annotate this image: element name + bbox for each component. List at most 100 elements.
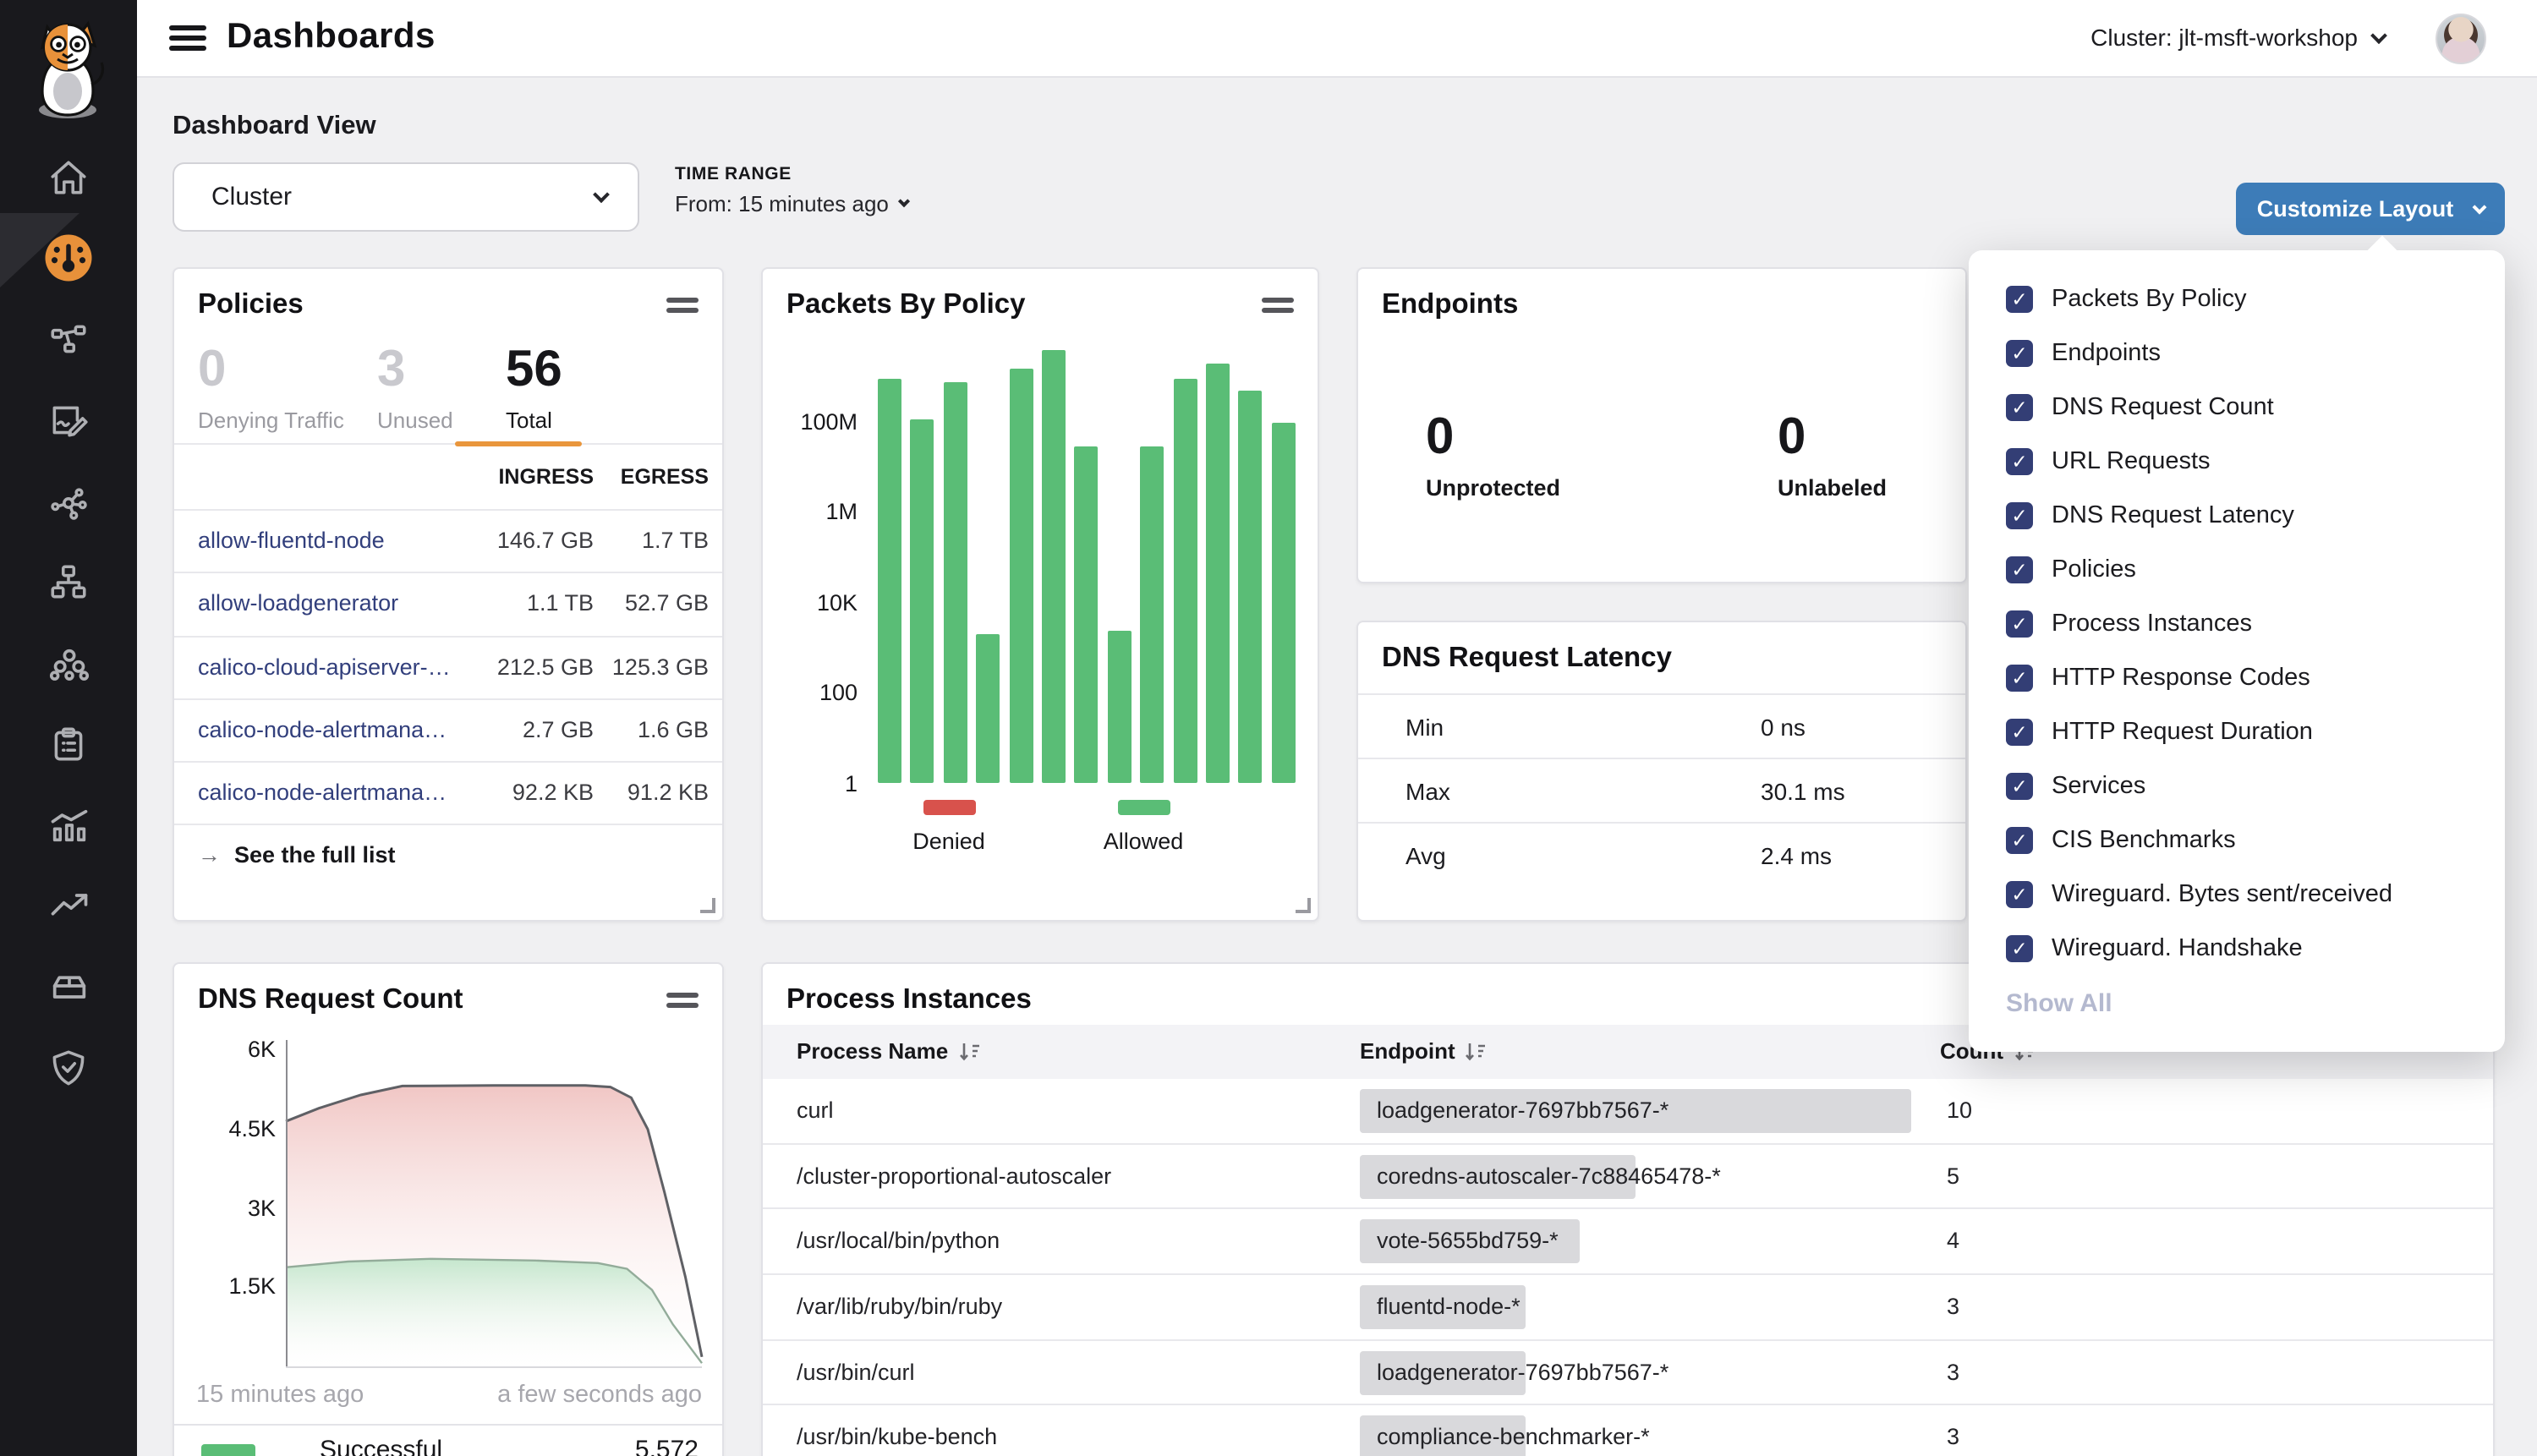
sidebar-item-hierarchy[interactable]	[0, 553, 137, 610]
menu-item-packets-by-policy[interactable]: ✓Packets By Policy	[1969, 272, 2505, 326]
process-row[interactable]: /usr/bin/kube-benchcompliance-benchmarke…	[763, 1406, 2493, 1456]
checkbox-checked-icon[interactable]: ✓	[2006, 448, 2033, 475]
packets-bar[interactable]	[976, 635, 1000, 784]
menu-item-dns-request-latency[interactable]: ✓DNS Request Latency	[1969, 489, 2505, 543]
column-header-endpoint[interactable]: Endpoint	[1360, 1038, 1488, 1064]
checkbox-checked-icon[interactable]: ✓	[2006, 935, 2033, 962]
checkbox-checked-icon[interactable]: ✓	[2006, 773, 2033, 800]
packets-bar[interactable]	[1173, 380, 1197, 784]
policy-name-link[interactable]: allow-fluentd-node	[198, 528, 385, 553]
menu-item-wireguard-handshake[interactable]: ✓Wireguard. Handshake	[1969, 922, 2505, 976]
checkbox-checked-icon[interactable]: ✓	[2006, 394, 2033, 421]
resize-handle-icon[interactable]	[700, 898, 715, 913]
menu-item-http-request-duration[interactable]: ✓HTTP Request Duration	[1969, 705, 2505, 759]
menu-item-services[interactable]: ✓Services	[1969, 759, 2505, 813]
stat-unprotected[interactable]: 0Unprotected	[1426, 411, 1560, 501]
process-name: /cluster-proportional-autoscaler	[797, 1163, 1111, 1188]
checkbox-checked-icon[interactable]: ✓	[2006, 286, 2033, 313]
process-row[interactable]: /cluster-proportional-autoscalercoredns-…	[763, 1144, 2493, 1209]
checkbox-checked-icon[interactable]: ✓	[2006, 502, 2033, 529]
sidebar-item-timeline[interactable]	[0, 878, 137, 935]
process-row[interactable]: curlloadgenerator-7697bb7567-*10	[763, 1079, 2493, 1144]
policy-name-link[interactable]: allow-loadgenerator	[198, 591, 398, 616]
dns-request-latency-card: DNS Request Latency Min0 ns Max30.1 ms A…	[1356, 621, 1967, 922]
stat-unused[interactable]: 3Unused	[377, 343, 453, 433]
packets-bar[interactable]	[1075, 446, 1099, 784]
stat-total[interactable]: 56Total	[506, 343, 562, 433]
sidebar-item-compliance[interactable]	[0, 715, 137, 773]
legend-denied[interactable]: Denied	[895, 800, 1003, 857]
popover-caret	[2367, 236, 2398, 267]
process-row[interactable]: /var/lib/ruby/bin/rubyfluentd-node-*3	[763, 1275, 2493, 1340]
packets-bar[interactable]	[944, 382, 967, 784]
packets-bar[interactable]	[1239, 391, 1263, 784]
policy-row: allow-loadgenerator1.1 TB52.7 GB	[174, 572, 722, 636]
sort-icon[interactable]	[1466, 1041, 1488, 1061]
cluster-selector-label: Cluster: jlt-msft-workshop	[2090, 24, 2358, 51]
menu-item-dns-request-count[interactable]: ✓DNS Request Count	[1969, 380, 2505, 435]
sidebar-item-activity[interactable]	[0, 796, 137, 854]
cluster-selector[interactable]: Cluster: jlt-msft-workshop	[2090, 24, 2385, 51]
time-range-picker[interactable]: TIME RANGE From: 15 minutes ago	[675, 164, 909, 216]
calico-cat-logo[interactable]	[17, 10, 120, 122]
sidebar-item-policies[interactable]	[0, 391, 137, 448]
x-axis-label-start: 15 minutes ago	[196, 1382, 364, 1409]
sidebar-item-endpoints[interactable]	[0, 634, 137, 692]
checkbox-checked-icon[interactable]: ✓	[2006, 556, 2033, 583]
x-axis-line	[286, 1366, 702, 1368]
sidebar-item-dashboards-active[interactable]	[0, 228, 137, 286]
packets-bar[interactable]	[1272, 423, 1296, 784]
endpoint-name: fluentd-node-*	[1377, 1294, 1521, 1319]
legend-allowed[interactable]: Allowed	[1089, 800, 1197, 857]
see-full-list-link[interactable]: →See the full list	[198, 842, 396, 868]
sidebar-item-home[interactable]	[0, 149, 137, 206]
dashboard-view-select[interactable]: Cluster	[173, 162, 639, 232]
drag-handle-icon[interactable]	[1262, 298, 1294, 313]
checkbox-checked-icon[interactable]: ✓	[2006, 719, 2033, 746]
sidebar-item-service-graph[interactable]	[0, 309, 137, 367]
column-header-process-name[interactable]: Process Name	[797, 1038, 980, 1064]
dns-count-legend-row[interactable]: Successful 5,572	[174, 1426, 722, 1456]
sidebar-item-threat-defense[interactable]	[0, 1038, 137, 1096]
sort-icon[interactable]	[958, 1041, 980, 1061]
menu-item-process-instances[interactable]: ✓Process Instances	[1969, 597, 2505, 651]
resize-handle-icon[interactable]	[1296, 898, 1311, 913]
process-row[interactable]: /usr/local/bin/pythonvote-5655bd759-*4	[763, 1210, 2493, 1275]
packets-bar[interactable]	[1042, 350, 1066, 784]
packets-bar[interactable]	[1140, 446, 1164, 784]
policy-name-link[interactable]: calico-node-alertmana…	[198, 780, 447, 805]
endpoint-name: loadgenerator-7697bb7567-*	[1377, 1360, 1669, 1385]
policy-egress-value: 1.7 TB	[642, 528, 709, 553]
sidebar-item-network-sets[interactable]	[0, 473, 137, 531]
checkbox-checked-icon[interactable]: ✓	[2006, 340, 2033, 367]
packets-bar[interactable]	[1009, 369, 1033, 784]
checkbox-checked-icon[interactable]: ✓	[2006, 881, 2033, 908]
sidebar-item-images[interactable]	[0, 957, 137, 1015]
user-avatar[interactable]	[2436, 14, 2486, 64]
checkbox-checked-icon[interactable]: ✓	[2006, 665, 2033, 692]
menu-item-http-response-codes[interactable]: ✓HTTP Response Codes	[1969, 651, 2505, 705]
stat-denying-traffic[interactable]: 0Denying Traffic	[198, 343, 344, 433]
stat-unlabeled[interactable]: 0Unlabeled	[1778, 411, 1887, 501]
packets-bar[interactable]	[1108, 631, 1132, 784]
customize-layout-button[interactable]: Customize Layout	[2236, 183, 2505, 235]
checkbox-checked-icon[interactable]: ✓	[2006, 827, 2033, 854]
latency-row-min: Min0 ns	[1358, 693, 1965, 758]
checkbox-checked-icon[interactable]: ✓	[2006, 610, 2033, 638]
show-all-button[interactable]: Show All	[2006, 989, 2112, 1018]
menu-toggle-icon[interactable]	[169, 25, 206, 52]
policy-name-link[interactable]: calico-cloud-apiserver-…	[198, 654, 451, 679]
packets-bar[interactable]	[911, 419, 934, 784]
drag-handle-icon[interactable]	[666, 298, 699, 313]
menu-item-endpoints[interactable]: ✓Endpoints	[1969, 326, 2505, 380]
menu-item-cis-benchmarks[interactable]: ✓CIS Benchmarks	[1969, 813, 2505, 868]
app-window: Dashboards Cluster: jlt-msft-workshop Da…	[0, 0, 2537, 1456]
policy-name-link[interactable]: calico-node-alertmana…	[198, 717, 447, 742]
menu-item-policies[interactable]: ✓Policies	[1969, 543, 2505, 597]
packets-bar[interactable]	[878, 380, 901, 784]
packets-bar[interactable]	[1206, 364, 1230, 784]
packets-legend: Denied Allowed	[763, 800, 1321, 884]
process-row[interactable]: /usr/bin/curlloadgenerator-7697bb7567-*3	[763, 1341, 2493, 1406]
menu-item-wireguard-bytes-sent-received[interactable]: ✓Wireguard. Bytes sent/received	[1969, 868, 2505, 922]
menu-item-url-requests[interactable]: ✓URL Requests	[1969, 435, 2505, 489]
